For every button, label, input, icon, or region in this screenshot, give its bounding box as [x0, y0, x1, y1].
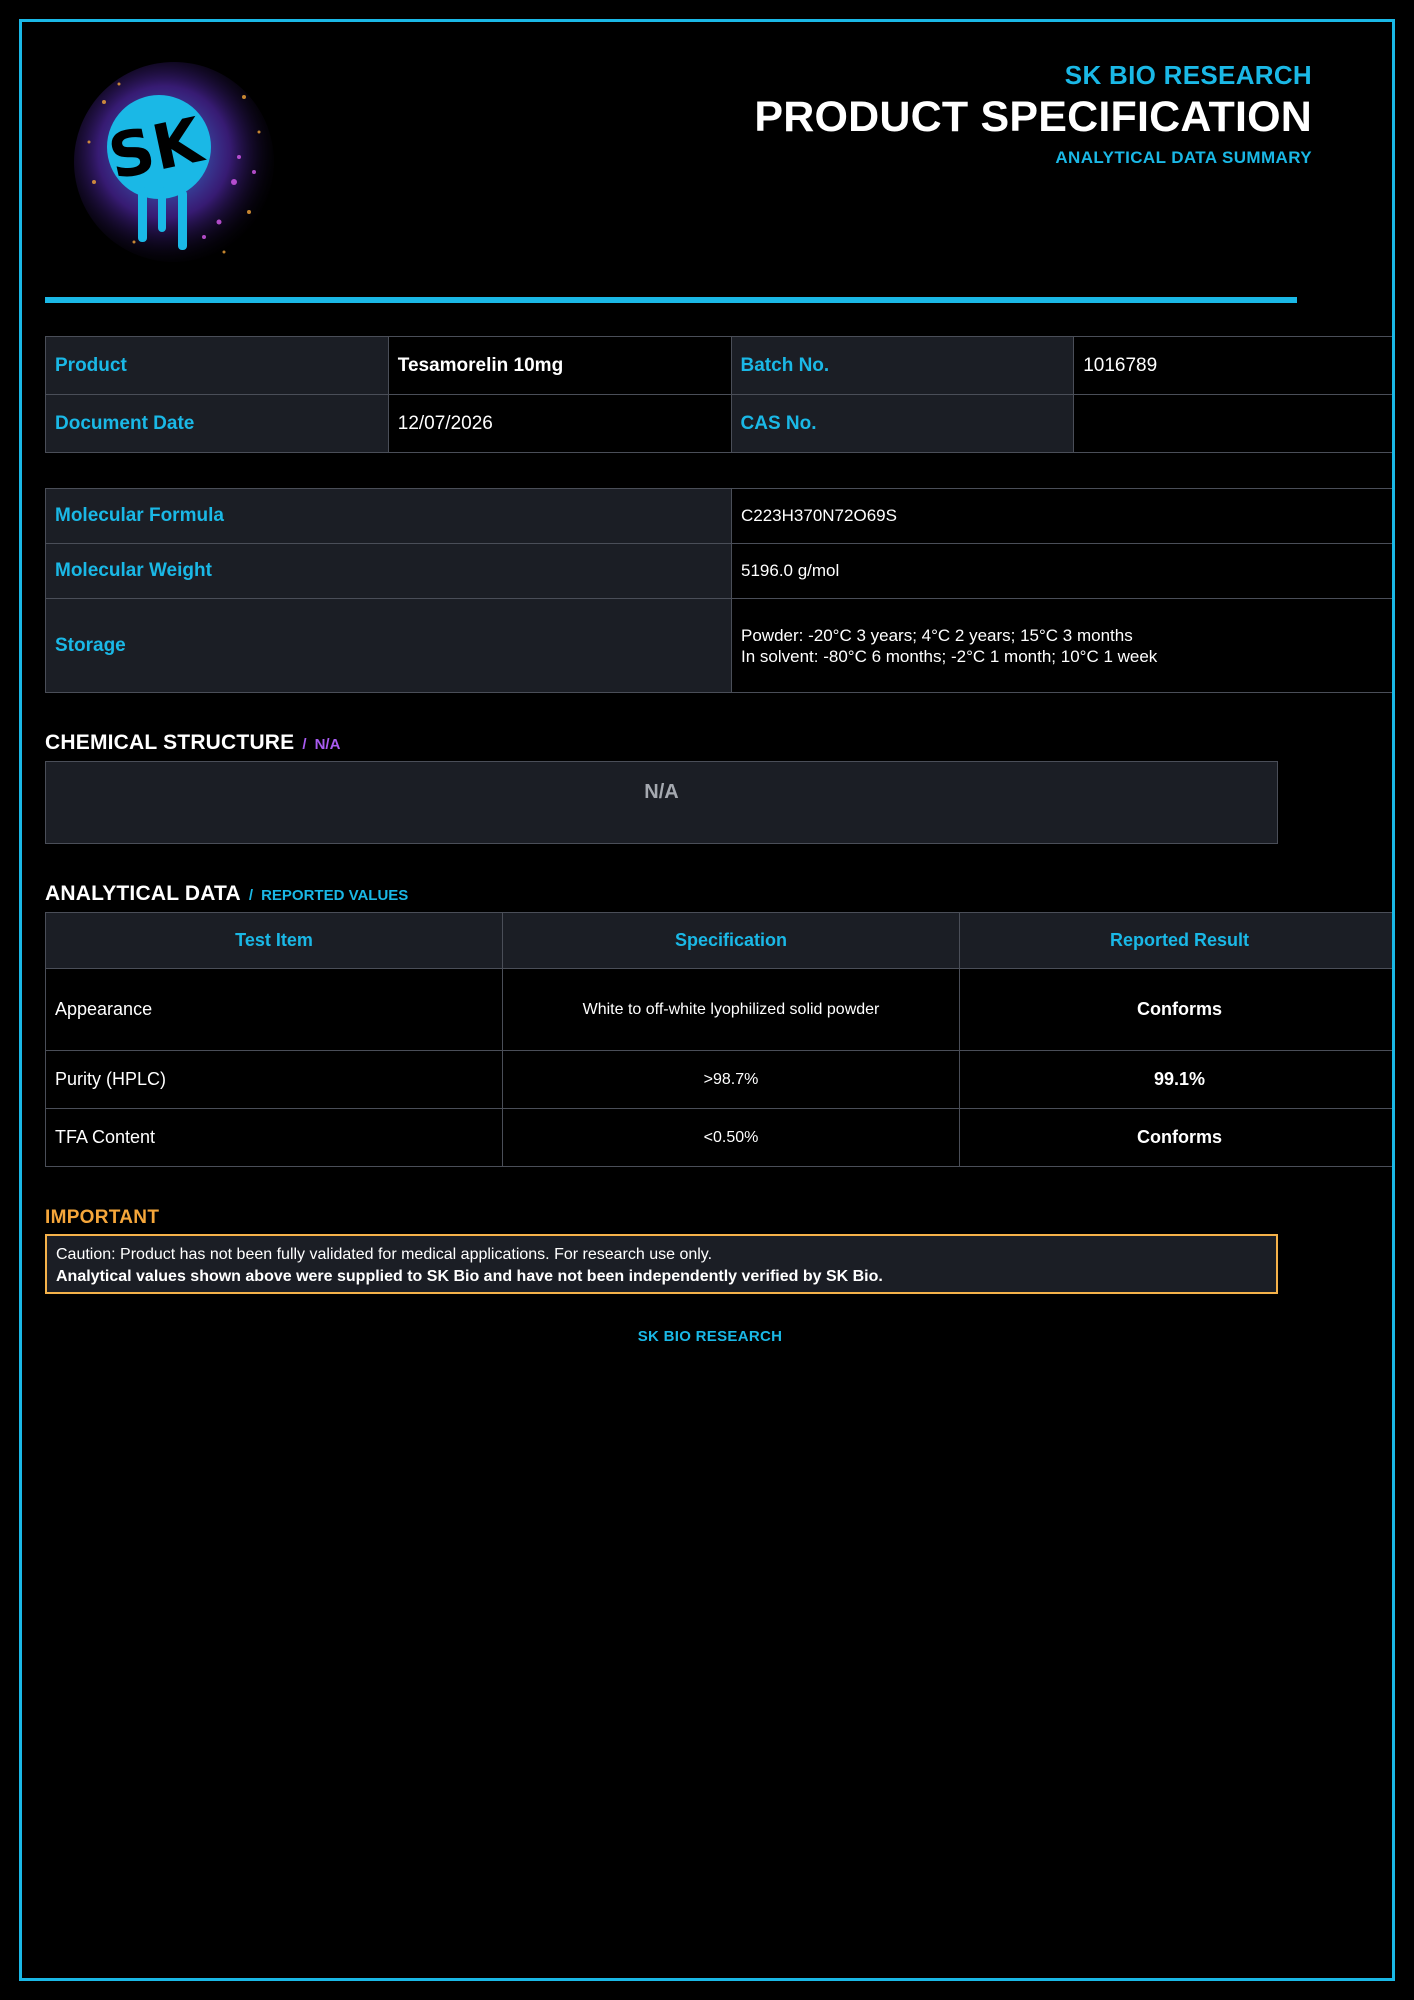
test-item-cell: Appearance [45, 968, 503, 1051]
document-subtitle: ANALYTICAL DATA SUMMARY [1055, 148, 1312, 167]
section-tag: REPORTED VALUES [261, 887, 409, 904]
properties-table: Molecular Formula C223H370N72O69S Molecu… [45, 488, 1392, 693]
analytical-data-table: Test Item Specification Reported Result … [45, 912, 1392, 1167]
specification-cell: <0.50% [502, 1108, 960, 1167]
important-notice: Caution: Product has not been fully vali… [45, 1234, 1278, 1294]
product-label: Product [45, 336, 389, 395]
table-header-row: Test Item Specification Reported Result [45, 912, 1392, 969]
chemical-structure-box: N/A [45, 761, 1278, 844]
section-separator: / [248, 887, 254, 904]
specification-cell: >98.7% [502, 1050, 960, 1109]
verification-disclaimer: Analytical values shown above were suppl… [56, 1268, 883, 1285]
result-cell: Conforms [959, 1108, 1392, 1167]
table-row: Appearance White to off-white lyophilize… [45, 968, 1392, 1051]
result-cell: 99.1% [959, 1050, 1392, 1109]
document-date-value: 12/07/2026 [387, 394, 732, 453]
cas-label: CAS No. [730, 394, 1075, 453]
property-row: Molecular Weight 5196.0 g/mol [45, 543, 1392, 599]
section-tag: N/A [314, 736, 341, 753]
document-page: SK SK BIO RESEARCH PRODUCT SPECIFICATION… [19, 19, 1395, 1981]
important-heading: IMPORTANT [45, 1207, 160, 1228]
property-row: Storage Powder: -20°C 3 years; 4°C 2 yea… [45, 598, 1392, 693]
property-row: Molecular Formula C223H370N72O69S [45, 488, 1392, 544]
document-title: PRODUCT SPECIFICATION [754, 93, 1312, 141]
column-header-specification: Specification [502, 912, 960, 969]
header-divider [45, 297, 1297, 303]
molecular-weight-label: Molecular Weight [45, 543, 732, 599]
caution-text: Caution: Product has not been fully vali… [56, 1246, 713, 1263]
header: SK BIO RESEARCH PRODUCT SPECIFICATION AN… [754, 60, 1312, 168]
specification-cell: White to off-white lyophilized solid pow… [502, 968, 960, 1051]
product-value: Tesamorelin 10mg [387, 336, 732, 395]
storage-value: Powder: -20°C 3 years; 4°C 2 years; 15°C… [731, 598, 1392, 693]
batch-value: 1016789 [1073, 336, 1392, 395]
product-info-table: Product Tesamorelin 10mg Batch No. 10167… [45, 336, 1392, 453]
molecular-formula-value: C223H370N72O69S [731, 488, 1392, 544]
section-title: CHEMICAL STRUCTURE [45, 731, 295, 754]
molecular-weight-value: 5196.0 g/mol [731, 543, 1392, 599]
section-title: ANALYTICAL DATA [45, 882, 241, 905]
company-name: SK BIO RESEARCH [1064, 60, 1312, 90]
storage-solvent: In solvent: -80°C 6 months; -2°C 1 month… [741, 646, 1158, 666]
test-item-cell: TFA Content [45, 1108, 503, 1167]
molecular-formula-label: Molecular Formula [45, 488, 732, 544]
chemical-structure-heading: CHEMICAL STRUCTURE / N/A [45, 731, 340, 755]
cas-value [1073, 394, 1392, 453]
sk-logo: SK [74, 62, 279, 267]
analytical-data-heading: ANALYTICAL DATA / REPORTED VALUES [45, 882, 408, 906]
storage-powder: Powder: -20°C 3 years; 4°C 2 years; 15°C… [741, 625, 1133, 645]
structure-placeholder: N/A [644, 781, 679, 803]
result-cell: Conforms [959, 968, 1392, 1051]
footer-text: SK BIO RESEARCH [637, 1328, 783, 1345]
document-date-label: Document Date [45, 394, 389, 453]
table-row: Purity (HPLC) >98.7% 99.1% [45, 1050, 1392, 1109]
info-row: Product Tesamorelin 10mg Batch No. 10167… [45, 336, 1392, 395]
column-header-reported-result: Reported Result [959, 912, 1392, 969]
table-row: TFA Content <0.50% Conforms [45, 1108, 1392, 1167]
info-row: Document Date 12/07/2026 CAS No. [45, 394, 1392, 453]
section-separator: / [302, 736, 307, 753]
test-item-cell: Purity (HPLC) [45, 1050, 503, 1109]
batch-label: Batch No. [730, 336, 1075, 395]
storage-label: Storage [45, 598, 732, 693]
column-header-test-item: Test Item [45, 912, 503, 969]
